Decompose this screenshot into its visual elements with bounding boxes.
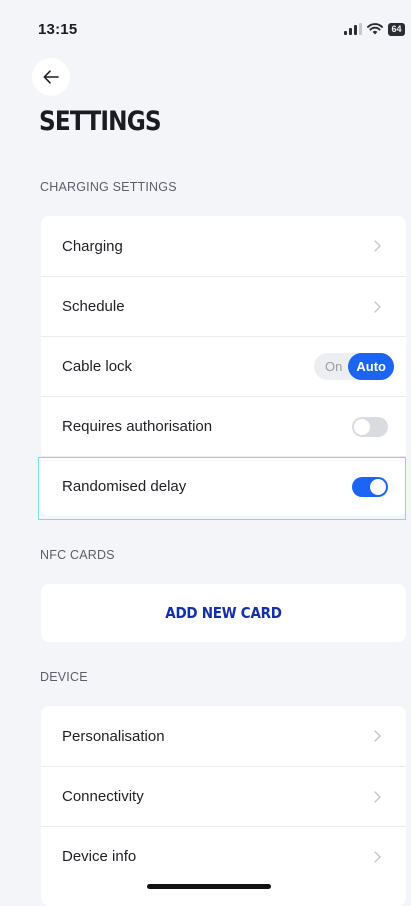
switch-knob xyxy=(354,418,370,435)
chevron-right-icon xyxy=(374,300,381,313)
randomised-delay-row: Randomised delay xyxy=(41,456,406,516)
chevron-right-icon xyxy=(374,240,381,252)
cable-lock-label: Cable lock xyxy=(62,358,133,375)
status-time: 13:15 xyxy=(38,21,78,38)
cable-lock-option-auto[interactable]: Auto xyxy=(348,353,394,380)
status-bar: 13:15 64 xyxy=(0,0,411,48)
status-icons: 64 xyxy=(344,20,405,38)
back-button[interactable] xyxy=(32,58,70,96)
charging-settings-card: Charging Schedule Cable lock On Auto Req… xyxy=(41,216,406,516)
randomised-delay-switch[interactable] xyxy=(352,476,388,497)
charging-label: Charging xyxy=(62,237,123,255)
chevron-right-icon xyxy=(374,730,381,742)
signal-icon xyxy=(344,23,362,35)
nfc-cards-card: ADD NEW CARD xyxy=(41,584,406,642)
connectivity-row[interactable]: Connectivity xyxy=(41,766,406,826)
page-title: SETTINGS xyxy=(39,106,162,137)
charging-row[interactable]: Charging xyxy=(41,216,406,276)
device-heading: DEVICE xyxy=(40,670,88,684)
chevron-right-icon xyxy=(374,790,381,803)
arrow-left-icon xyxy=(43,70,59,84)
personalisation-label: Personalisation xyxy=(62,727,165,745)
schedule-label: Schedule xyxy=(62,298,125,315)
cable-lock-row: Cable lock On Auto xyxy=(41,336,406,396)
charging-settings-heading: CHARGING SETTINGS xyxy=(40,180,177,194)
cable-lock-toggle[interactable]: On Auto xyxy=(314,353,394,380)
add-new-card-button[interactable]: ADD NEW CARD xyxy=(59,584,388,642)
personalisation-row[interactable]: Personalisation xyxy=(41,706,406,766)
schedule-row[interactable]: Schedule xyxy=(41,276,406,336)
device-info-row[interactable]: Device info xyxy=(41,826,406,886)
connectivity-label: Connectivity xyxy=(62,788,144,805)
wifi-icon xyxy=(367,23,383,35)
battery-icon: 64 xyxy=(388,22,405,36)
cable-lock-option-on[interactable]: On xyxy=(325,359,342,374)
device-card: Personalisation Connectivity Device info xyxy=(41,706,406,906)
chevron-right-icon xyxy=(374,850,381,863)
randomised-delay-label: Randomised delay xyxy=(62,478,187,495)
device-info-label: Device info xyxy=(62,848,137,865)
requires-authorisation-row: Requires authorisation xyxy=(41,396,406,456)
requires-authorisation-switch[interactable] xyxy=(352,416,388,437)
requires-authorisation-label: Requires authorisation xyxy=(62,418,213,435)
nfc-cards-heading: NFC CARDS xyxy=(40,548,115,562)
switch-knob xyxy=(370,478,386,495)
home-indicator xyxy=(147,884,271,889)
